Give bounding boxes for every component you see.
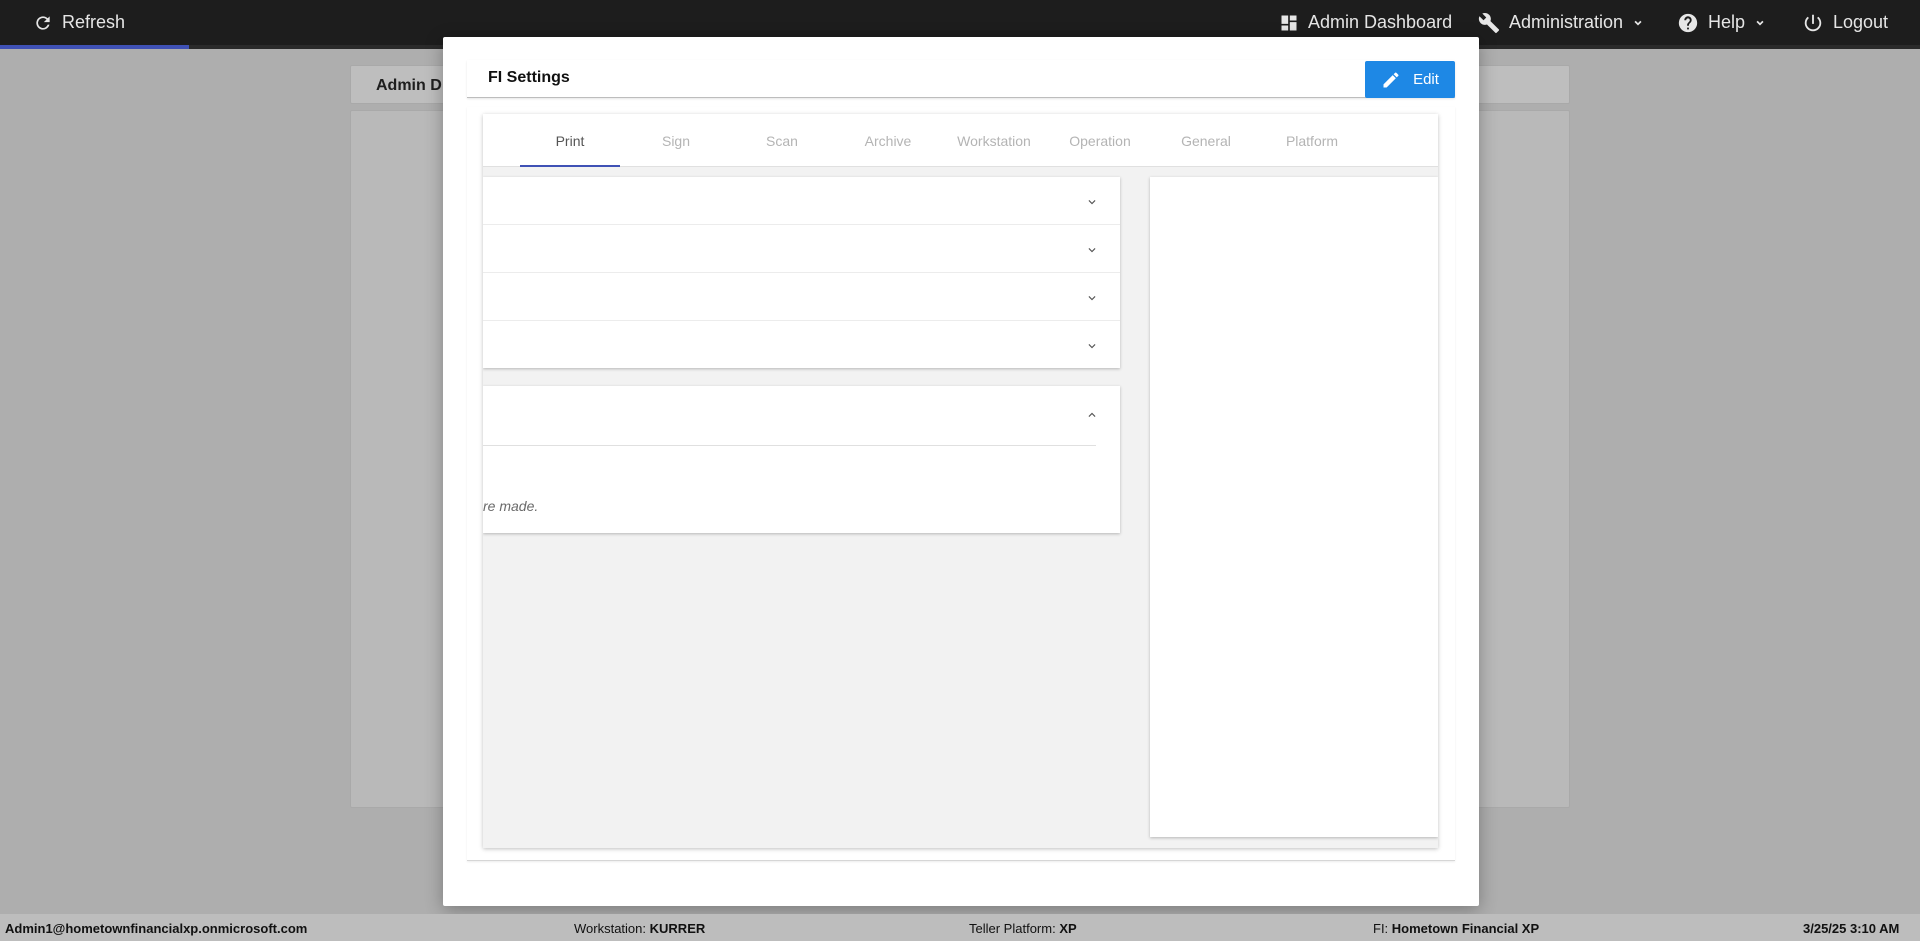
divider bbox=[483, 445, 1096, 446]
accordion-row[interactable] bbox=[483, 177, 1120, 225]
chevron-down-icon bbox=[1088, 200, 1096, 205]
tab-scan[interactable]: Scan bbox=[732, 114, 832, 167]
tab-label: Sign bbox=[661, 132, 691, 149]
expanded-accordion: re made. bbox=[483, 386, 1120, 533]
settings-tabs: Print Sign Scan Archive Workstation Oper… bbox=[483, 114, 1438, 167]
accordion-row[interactable] bbox=[483, 321, 1120, 369]
power-icon bbox=[1804, 14, 1822, 31]
workstation-label: Workstation: bbox=[574, 921, 647, 936]
edit-label: Edit bbox=[1413, 71, 1439, 88]
edit-button[interactable]: Edit bbox=[1365, 61, 1455, 98]
dashboard-icon bbox=[1281, 15, 1297, 30]
accordion-row[interactable] bbox=[483, 273, 1120, 321]
tab-print[interactable]: Print bbox=[520, 114, 620, 167]
tab-general[interactable]: General bbox=[1156, 114, 1256, 167]
administration-label: Administration bbox=[1509, 12, 1624, 32]
tab-platform[interactable]: Platform bbox=[1262, 114, 1362, 167]
tab-label: Print bbox=[555, 132, 585, 149]
user-email: Admin1@hometownfinancialxp.onmicrosoft.c… bbox=[5, 921, 308, 936]
platform-label: Teller Platform: bbox=[969, 921, 1056, 936]
tab-label: Scan bbox=[766, 132, 798, 149]
tab-label: General bbox=[1181, 132, 1231, 149]
tab-label: Archive bbox=[864, 132, 912, 149]
refresh-label: Refresh bbox=[62, 12, 126, 32]
administration-menu[interactable]: Administration bbox=[1478, 0, 1644, 45]
chevron-down-icon bbox=[1088, 344, 1096, 349]
platform-value: XP bbox=[1059, 921, 1077, 936]
admin-dashboard-label: Admin Dashboard bbox=[1308, 12, 1453, 32]
print-settings-accordion bbox=[483, 177, 1120, 368]
modal-header: FI Settings Edit bbox=[467, 60, 1455, 98]
help-label: Help bbox=[1708, 12, 1746, 32]
fi-value: Hometown Financial XP bbox=[1391, 921, 1540, 936]
tab-archive[interactable]: Archive bbox=[838, 114, 938, 167]
workstation-value: KURRER bbox=[649, 921, 706, 936]
chevron-down-icon bbox=[1634, 20, 1642, 26]
fi-status: FI: Hometown Financial XP bbox=[1373, 921, 1539, 936]
tab-label: Operation bbox=[1069, 132, 1131, 149]
tab-operation[interactable]: Operation bbox=[1050, 114, 1150, 167]
status-bar: Admin1@hometownfinancialxp.onmicrosoft.c… bbox=[0, 914, 1920, 941]
chevron-up-icon[interactable] bbox=[1085, 408, 1099, 422]
chevron-down-icon bbox=[1088, 296, 1096, 301]
modal-title: FI Settings bbox=[488, 69, 570, 86]
fi-label: FI: bbox=[1373, 921, 1389, 936]
side-panel bbox=[1150, 177, 1438, 837]
tab-workstation[interactable]: Workstation bbox=[944, 114, 1044, 167]
refresh-icon bbox=[36, 15, 50, 30]
accordion-note: re made. bbox=[483, 498, 539, 514]
accordion-row[interactable] bbox=[483, 225, 1120, 273]
tab-sign[interactable]: Sign bbox=[626, 114, 726, 167]
chevron-down-icon bbox=[1088, 248, 1096, 253]
datetime: 3/25/25 3:10 AM bbox=[1803, 921, 1900, 936]
help-icon bbox=[1678, 13, 1698, 32]
logout-button[interactable]: Logout bbox=[1802, 0, 1888, 45]
refresh-button[interactable]: Refresh bbox=[33, 0, 125, 45]
help-menu[interactable]: Help bbox=[1677, 0, 1766, 45]
settings-panel: Print Sign Scan Archive Workstation Oper… bbox=[483, 114, 1438, 848]
pencil-icon bbox=[1383, 71, 1399, 87]
tab-label: Workstation bbox=[957, 132, 1031, 149]
platform-status: Teller Platform: XP bbox=[969, 921, 1077, 936]
workstation-status: Workstation: KURRER bbox=[574, 921, 705, 936]
tab-label: Platform bbox=[1285, 132, 1339, 149]
wrench-icon bbox=[1478, 12, 1500, 33]
fi-settings-modal: FI Settings Edit Print Sign Scan Archive… bbox=[443, 37, 1479, 906]
logout-label: Logout bbox=[1833, 12, 1889, 32]
chevron-down-icon bbox=[1756, 20, 1764, 26]
